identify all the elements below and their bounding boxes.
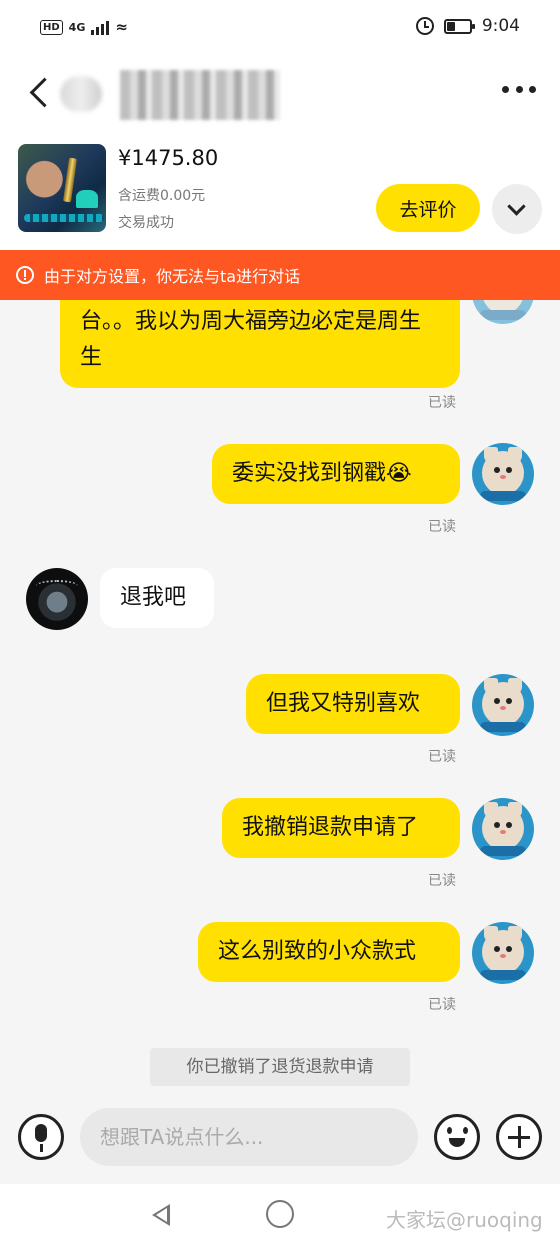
watermark: 大家坛@ruoqing <box>386 1208 543 1232</box>
read-receipt: 已读 <box>428 749 456 765</box>
chat-header <box>0 56 560 132</box>
read-receipt: 已读 <box>428 519 456 535</box>
hd-indicator: HD <box>40 19 63 35</box>
wifi-icon: ≈ <box>115 18 128 36</box>
signal-icon <box>91 19 110 35</box>
product-thumbnail[interactable] <box>18 144 106 232</box>
input-bar <box>0 1098 560 1184</box>
contact-avatar[interactable] <box>26 568 88 630</box>
read-receipt: 已读 <box>428 997 456 1013</box>
plus-icon[interactable] <box>496 1114 542 1160</box>
contact-avatar-blurred[interactable] <box>60 76 102 112</box>
status-right: 9:04 <box>415 16 520 36</box>
review-button[interactable]: 去评价 <box>376 184 480 232</box>
my-avatar[interactable] <box>472 922 534 984</box>
message-bubble[interactable]: 这么别致的小众款式 <box>198 922 460 982</box>
status-bar: HD 4G ≈ 9:04 <box>0 0 560 56</box>
nav-back-icon[interactable] <box>148 1202 172 1226</box>
shipping-fee: 含运费0.00元 <box>118 188 206 204</box>
read-receipt: 已读 <box>428 395 456 411</box>
my-avatar[interactable] <box>472 674 534 736</box>
message-bubble[interactable]: 委实没找到钢戳😭 <box>212 444 460 504</box>
message-bubble[interactable]: 但我又特别喜欢 <box>246 674 460 734</box>
system-nav-bar: 大家坛@ruoqing <box>0 1184 560 1244</box>
network-type: 4G <box>68 20 86 34</box>
restriction-banner: 由于对方设置，你无法与ta进行对话 <box>0 250 560 300</box>
read-receipt: 已读 <box>428 873 456 889</box>
trade-status: 交易成功 <box>118 215 174 231</box>
nav-home-icon[interactable] <box>266 1200 294 1228</box>
banner-text: 由于对方设置，你无法与ta进行对话 <box>44 267 301 286</box>
battery-level <box>446 21 455 31</box>
my-avatar[interactable] <box>472 443 534 505</box>
expand-icon[interactable] <box>492 184 542 234</box>
message-bubble[interactable]: 台。。我以为周大福旁边必定是周生生 <box>60 296 460 388</box>
system-note: 你已撤销了退货退款申请 <box>150 1048 410 1086</box>
emoji-icon[interactable] <box>434 1114 480 1160</box>
my-avatar[interactable] <box>472 798 534 860</box>
warning-icon <box>16 266 34 284</box>
contact-name-blurred[interactable] <box>120 70 280 120</box>
message-bubble[interactable]: 我撤销退款申请了 <box>222 798 460 858</box>
status-left: HD 4G ≈ <box>40 18 128 36</box>
battery-icon <box>443 18 475 34</box>
more-icon[interactable] <box>502 86 536 98</box>
order-card[interactable]: ¥1475.80 含运费0.00元 交易成功 去评价 <box>0 132 560 250</box>
clock: 9:04 <box>481 16 520 36</box>
back-icon[interactable] <box>22 72 58 112</box>
alarm-icon <box>415 17 434 35</box>
order-price: ¥1475.80 <box>118 146 219 170</box>
mic-icon[interactable] <box>18 1114 64 1160</box>
message-bubble[interactable]: 退我吧 <box>100 568 214 628</box>
message-input[interactable] <box>80 1108 418 1166</box>
